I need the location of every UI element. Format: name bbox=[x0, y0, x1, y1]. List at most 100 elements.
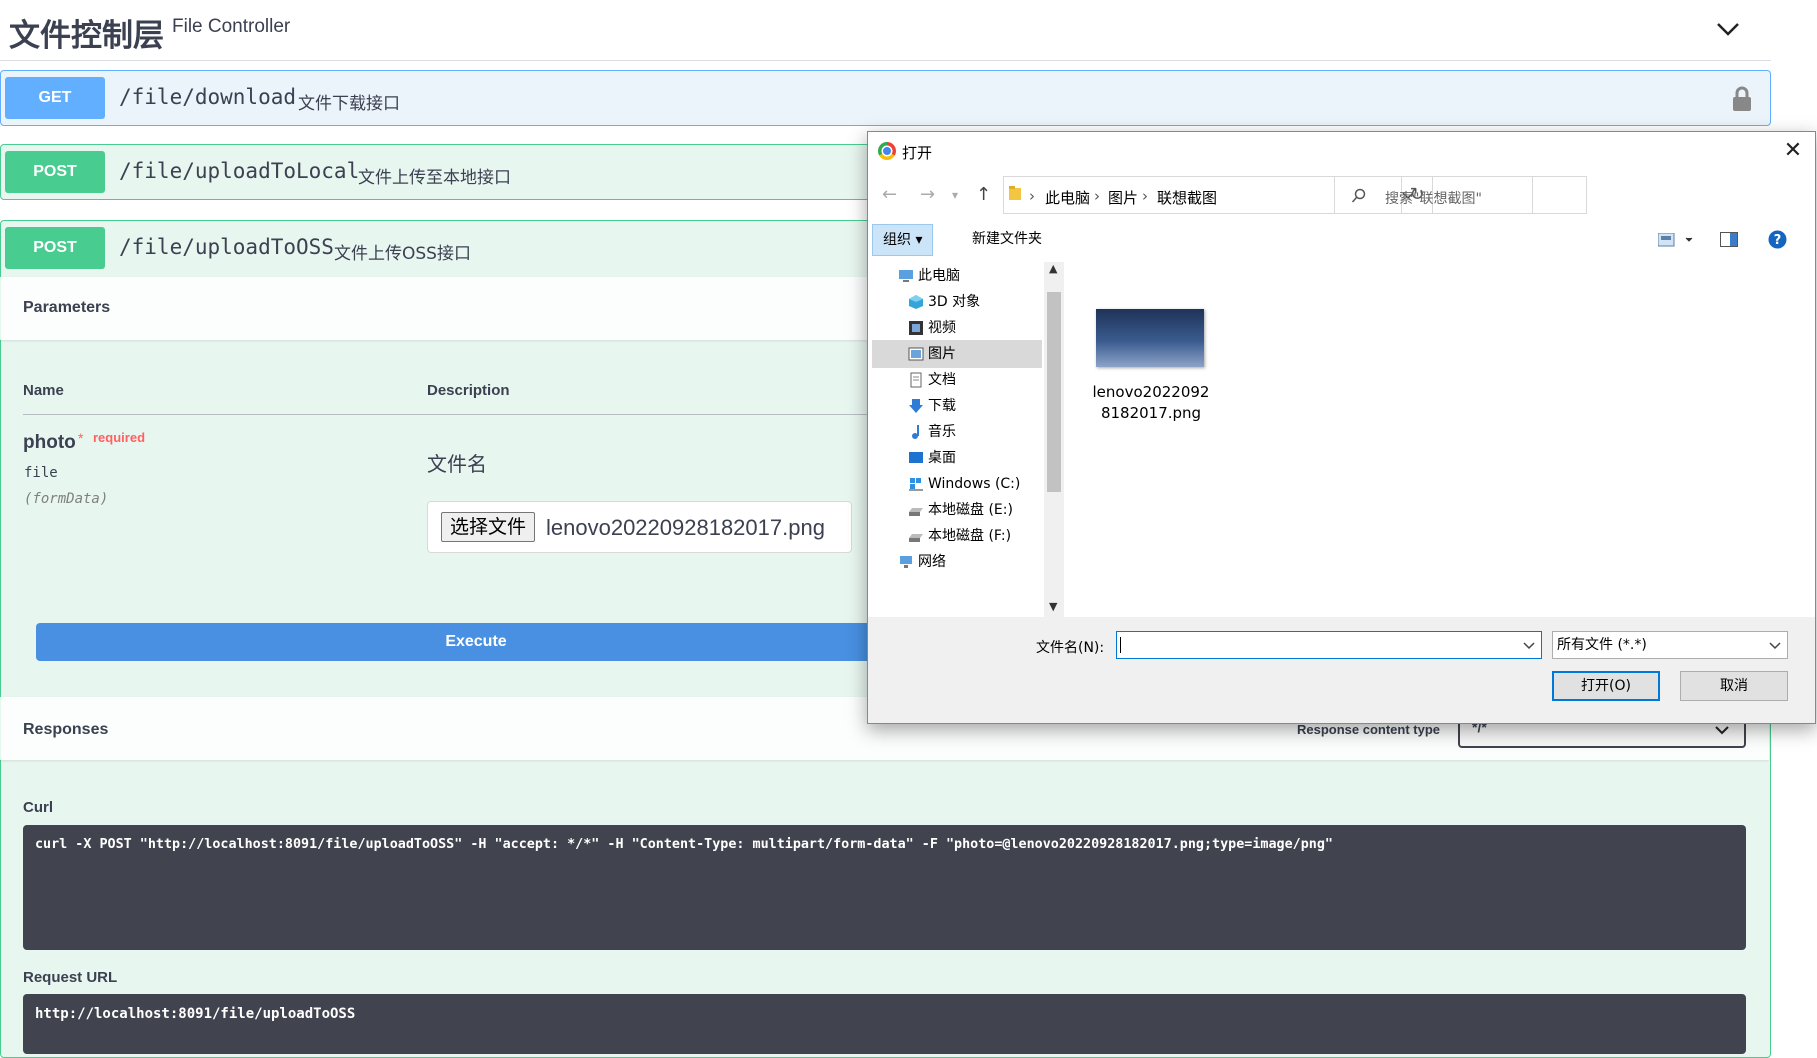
file-input[interactable]: 选择文件 lenovo20220928182017.png bbox=[427, 501, 852, 553]
request-url-label: Request URL bbox=[23, 969, 118, 986]
music-icon bbox=[912, 425, 919, 439]
network-icon bbox=[900, 556, 912, 568]
breadcrumb-lenovo-screenshots[interactable]: 联想截图 bbox=[1157, 187, 1217, 208]
param-description: 文件名 bbox=[427, 452, 487, 476]
close-icon[interactable]: ✕ bbox=[1780, 138, 1806, 164]
curl-command[interactable]: curl -X POST "http://localhost:8091/file… bbox=[23, 825, 1746, 950]
breadcrumb-separator: › bbox=[1142, 187, 1148, 205]
drive-icon bbox=[909, 508, 923, 516]
computer-icon bbox=[899, 270, 913, 282]
organize-button[interactable]: 组织 ▾ bbox=[872, 224, 934, 256]
download-icon bbox=[909, 399, 923, 413]
filetype-value: 所有文件 (*.*) bbox=[1557, 637, 1647, 653]
pictures-icon bbox=[908, 347, 924, 361]
operation-summary: 文件下载接口 bbox=[298, 94, 400, 114]
response-content-type-label: Response content type bbox=[1297, 722, 1441, 737]
chevron-down-icon[interactable] bbox=[1713, 14, 1743, 44]
operation-path: /file/uploadToLocal bbox=[119, 159, 360, 183]
required-star: * bbox=[78, 430, 84, 446]
search-box[interactable]: 搜索"联想截图" bbox=[1334, 176, 1587, 214]
tree-item-desktop[interactable]: 桌面 bbox=[872, 444, 1042, 472]
navigation-tree[interactable]: 此电脑 3D 对象 视频 图片 文档 下载 音乐 桌面 Windows (C:)… bbox=[872, 262, 1048, 617]
dialog-title: 打开 bbox=[902, 144, 933, 162]
desktop-icon bbox=[909, 452, 923, 463]
open-file-dialog: 打开 ✕ ← → ▾ ↑ › 此电脑 › 图片 › 联想截图 ↻ 搜索"联想截图… bbox=[867, 131, 1816, 724]
method-badge-get: GET bbox=[5, 77, 105, 119]
scrollbar-thumb[interactable] bbox=[1047, 292, 1061, 492]
cancel-button[interactable]: 取消 bbox=[1680, 671, 1788, 701]
open-button[interactable]: 打开(O) bbox=[1552, 671, 1660, 701]
method-badge-post: POST bbox=[5, 227, 105, 269]
required-label: required bbox=[93, 430, 146, 445]
forward-arrow-icon[interactable]: → bbox=[920, 184, 935, 205]
breadcrumb-separator: › bbox=[1029, 187, 1035, 205]
col-header-description: Description bbox=[427, 382, 510, 399]
help-icon[interactable]: ? bbox=[1768, 230, 1787, 249]
execute-button[interactable]: Execute bbox=[36, 623, 916, 661]
param-name: photo bbox=[23, 432, 76, 453]
tree-item-this-pc[interactable]: 此电脑 bbox=[872, 262, 1042, 290]
method-badge-post: POST bbox=[5, 151, 105, 193]
breadcrumb-pictures[interactable]: 图片 bbox=[1108, 187, 1138, 208]
responses-title: Responses bbox=[23, 721, 109, 738]
chevron-down-icon[interactable] bbox=[1523, 642, 1535, 650]
file-item-name: lenovo2022092 8182017.png bbox=[1092, 383, 1210, 422]
image-thumbnail bbox=[1096, 309, 1204, 367]
operation-get-file-download[interactable]: GET /file/download 文件下载接口 bbox=[0, 70, 1771, 126]
preview-pane-icon[interactable] bbox=[1720, 232, 1738, 247]
tree-item-windows-c[interactable]: Windows (C:) bbox=[872, 470, 1042, 498]
tree-item-videos[interactable]: 视频 bbox=[872, 314, 1042, 342]
tree-item-network[interactable]: 网络 bbox=[872, 548, 1042, 576]
breadcrumb-separator: › bbox=[1094, 187, 1100, 205]
3d-objects-icon bbox=[909, 295, 923, 309]
dialog-footer: 文件名(N): 所有文件 (*.*) 打开(O) 取消 bbox=[868, 617, 1815, 723]
parameters-title: Parameters bbox=[23, 299, 111, 316]
choose-file-button[interactable]: 选择文件 bbox=[441, 512, 536, 542]
param-type: file bbox=[24, 465, 58, 481]
curl-label: Curl bbox=[23, 799, 53, 816]
tree-item-3d-objects[interactable]: 3D 对象 bbox=[872, 288, 1042, 316]
operation-path: /file/download bbox=[119, 85, 297, 109]
recent-locations-icon[interactable]: ▾ bbox=[952, 188, 958, 202]
scroll-up-icon[interactable]: ▲ bbox=[1049, 262, 1057, 275]
tag-description: File Controller bbox=[172, 16, 291, 37]
tree-item-drive-e[interactable]: 本地磁盘 (E:) bbox=[872, 496, 1042, 524]
svg-text:?: ? bbox=[1774, 233, 1782, 248]
folder-icon bbox=[1008, 185, 1022, 205]
tag-title: 文件控制层 bbox=[9, 18, 164, 54]
chrome-icon bbox=[878, 142, 896, 160]
filetype-select[interactable]: 所有文件 (*.*) bbox=[1552, 631, 1788, 659]
search-placeholder: 搜索"联想截图" bbox=[1385, 191, 1482, 207]
documents-icon bbox=[910, 372, 922, 388]
search-icon bbox=[1351, 188, 1366, 203]
filename-label: 文件名(N): bbox=[1036, 640, 1105, 656]
new-folder-button[interactable]: 新建文件夹 bbox=[962, 224, 1052, 254]
video-icon bbox=[909, 321, 923, 335]
up-arrow-icon[interactable]: ↑ bbox=[976, 184, 991, 205]
operation-summary: 文件上传OSS接口 bbox=[334, 244, 471, 264]
drive-icon bbox=[909, 534, 923, 542]
scroll-down-icon[interactable]: ▼ bbox=[1049, 600, 1057, 613]
tag-header[interactable]: 文件控制层 File Controller bbox=[0, 0, 1771, 61]
view-options-icon[interactable] bbox=[1658, 233, 1694, 247]
chevron-down-icon bbox=[1769, 642, 1781, 650]
tree-item-drive-f[interactable]: 本地磁盘 (F:) bbox=[872, 522, 1042, 550]
operation-summary: 文件上传至本地接口 bbox=[358, 168, 511, 188]
param-location: (formData) bbox=[24, 491, 109, 507]
tree-item-pictures[interactable]: 图片 bbox=[872, 340, 1042, 368]
col-header-name: Name bbox=[23, 382, 64, 399]
tree-item-documents[interactable]: 文档 bbox=[872, 366, 1042, 394]
back-arrow-icon[interactable]: ← bbox=[882, 184, 897, 205]
chevron-down-icon bbox=[1715, 726, 1729, 735]
lock-icon[interactable] bbox=[1729, 85, 1755, 113]
tree-scrollbar[interactable]: ▲ ▼ bbox=[1044, 262, 1064, 617]
tree-item-music[interactable]: 音乐 bbox=[872, 418, 1042, 446]
operation-path: /file/uploadToOSS bbox=[119, 235, 334, 259]
filename-input[interactable] bbox=[1116, 631, 1542, 659]
windows-drive-icon bbox=[909, 478, 923, 491]
tree-item-downloads[interactable]: 下载 bbox=[872, 392, 1042, 420]
request-url[interactable]: http://localhost:8091/file/uploadToOSS bbox=[23, 994, 1746, 1054]
text-cursor bbox=[1120, 637, 1121, 653]
breadcrumb-this-pc[interactable]: 此电脑 bbox=[1045, 187, 1090, 208]
file-list: lenovo2022092 8182017.png bbox=[1064, 262, 1815, 617]
